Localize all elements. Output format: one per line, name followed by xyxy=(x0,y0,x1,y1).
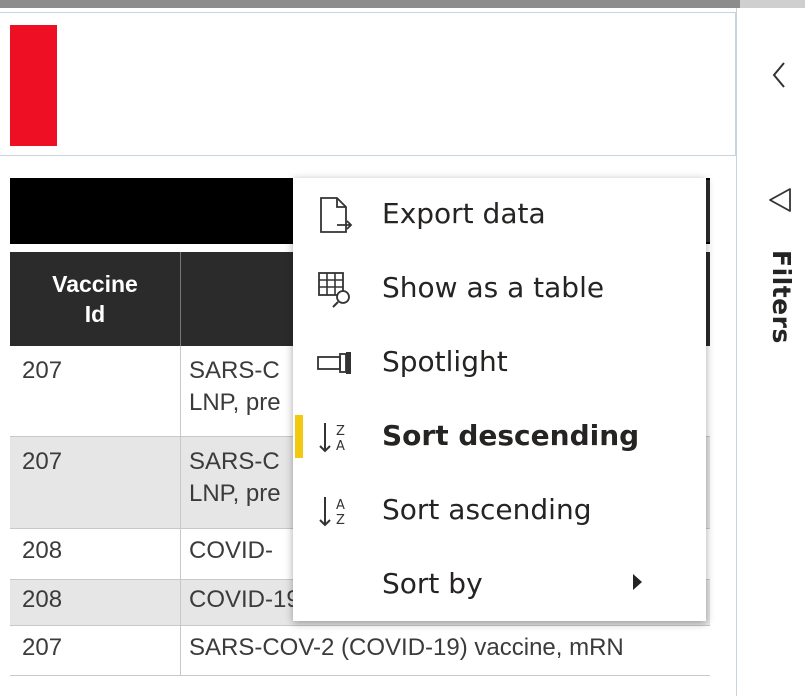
red-shape xyxy=(10,25,57,146)
column-header-label: Vaccine Id xyxy=(52,271,138,327)
active-indicator xyxy=(295,415,303,458)
svg-text:A: A xyxy=(336,439,345,454)
cell-vaccine-id: 207 xyxy=(10,626,181,675)
cell-vaccine-id: 208 xyxy=(10,580,181,625)
cell-vaccine-id: 207 xyxy=(10,437,181,528)
export-data-icon xyxy=(315,195,355,235)
filters-pane-label[interactable]: Filters xyxy=(760,250,796,370)
context-menu: Export data Show as a table Spotlight Z … xyxy=(293,178,706,621)
spotlight-icon xyxy=(315,343,355,383)
svg-text:A: A xyxy=(336,498,345,513)
svg-text:Z: Z xyxy=(336,424,345,439)
menu-item-label: Sort by xyxy=(382,567,483,600)
menu-item-sort-descending[interactable]: Z A Sort descending xyxy=(293,400,706,470)
menu-item-label: Sort ascending xyxy=(382,493,592,526)
cell-description: SARS-COV-2 (COVID-19) vaccine, mRN xyxy=(189,634,624,661)
app-top-border-right xyxy=(740,0,805,8)
pane-divider xyxy=(736,8,737,696)
cell-vaccine-id: 207 xyxy=(10,346,181,436)
menu-item-spotlight[interactable]: Spotlight xyxy=(293,326,706,396)
sort-ascending-icon: A Z xyxy=(315,491,355,531)
menu-item-show-as-table[interactable]: Show as a table xyxy=(293,252,706,322)
cell-vaccine-id: 208 xyxy=(10,529,181,579)
table-scrollbar-thumb[interactable] xyxy=(706,180,710,242)
table-row[interactable]: 207 SARS-COV-2 (COVID-19) vaccine, mRN xyxy=(10,626,710,676)
column-header-vaccine-id[interactable]: Vaccine Id xyxy=(10,252,181,346)
sort-descending-icon: Z A xyxy=(315,417,355,457)
chevron-left-icon[interactable] xyxy=(768,60,792,90)
menu-item-sort-by[interactable]: Sort by xyxy=(293,548,706,618)
filter-funnel-icon[interactable] xyxy=(766,187,792,213)
menu-item-export-data[interactable]: Export data xyxy=(293,178,706,248)
app-top-border xyxy=(0,0,805,8)
menu-item-label: Sort descending xyxy=(382,419,640,452)
chevron-right-icon xyxy=(633,574,642,590)
header-visual[interactable] xyxy=(0,12,736,156)
menu-item-label: Show as a table xyxy=(382,271,605,304)
menu-item-sort-ascending[interactable]: A Z Sort ascending xyxy=(293,474,706,544)
menu-item-label: Spotlight xyxy=(382,345,508,378)
svg-text:Z: Z xyxy=(336,513,345,528)
menu-item-label: Export data xyxy=(382,197,546,230)
show-as-table-icon xyxy=(315,269,355,309)
